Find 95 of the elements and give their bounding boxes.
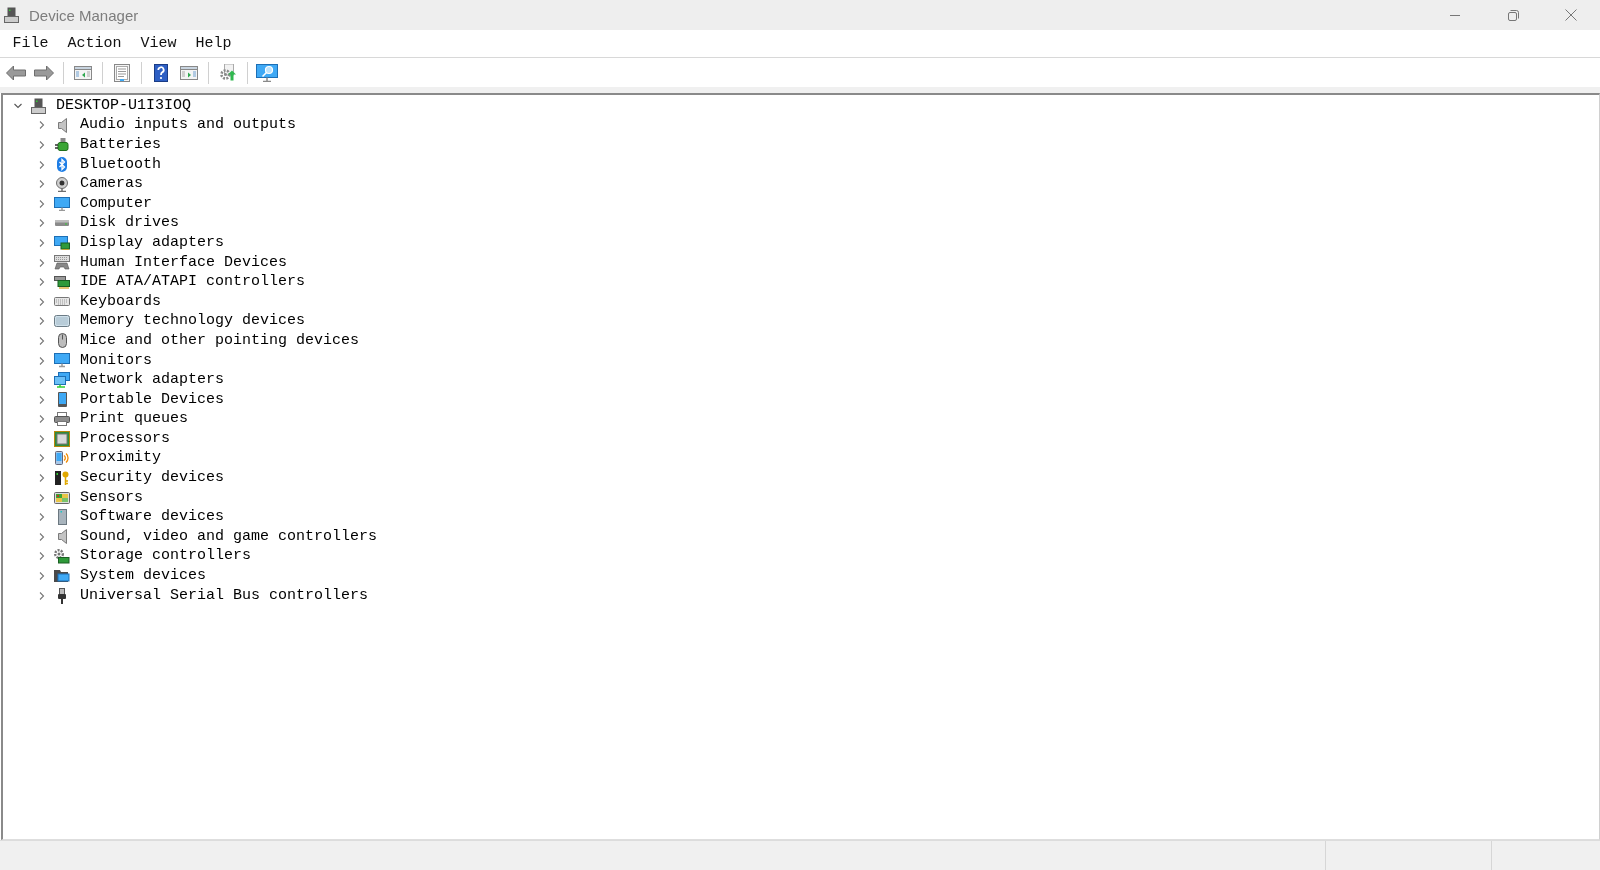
usb-plug-icon xyxy=(58,587,66,604)
monitor-card-icon xyxy=(54,235,70,251)
tree-item[interactable]: Disk drives xyxy=(80,214,180,233)
tree-item[interactable]: Memory technology devices xyxy=(80,312,306,331)
tree-item[interactable]: Sound, video and game controllers xyxy=(80,527,378,546)
window-title: Device Manager xyxy=(29,6,139,24)
monitor-magnifier-icon xyxy=(256,63,278,82)
chevron-right-icon[interactable] xyxy=(38,238,46,247)
tree-item[interactable]: Network adapters xyxy=(80,371,225,390)
tree-item[interactable]: Print queues xyxy=(80,410,189,429)
window-panel-icon xyxy=(180,65,198,80)
tree-item[interactable]: System devices xyxy=(80,567,207,586)
tree-item[interactable]: Display adapters xyxy=(80,233,225,252)
help-icon xyxy=(154,63,168,82)
chevron-right-icon[interactable] xyxy=(38,552,46,561)
menu-item[interactable]: View xyxy=(131,31,187,56)
disk-drive-icon xyxy=(55,220,69,227)
chevron-right-icon[interactable] xyxy=(38,513,46,522)
chevron-down-icon[interactable] xyxy=(14,101,22,110)
tree-item[interactable]: Keyboards xyxy=(80,292,161,311)
folder-monitor-icon xyxy=(54,570,70,583)
tower-icon xyxy=(57,509,67,526)
tree-item[interactable]: Sensors xyxy=(80,488,143,507)
mouse-icon xyxy=(57,333,67,349)
memory-device-icon xyxy=(54,315,70,328)
chevron-right-icon[interactable] xyxy=(38,434,46,443)
minimize-icon xyxy=(1450,14,1460,16)
tree-item[interactable]: Universal Serial Bus controllers xyxy=(80,586,369,605)
gear-arrow-icon xyxy=(219,64,237,81)
speaker-icon xyxy=(57,117,67,133)
phone-icon xyxy=(57,392,67,408)
computer-icon xyxy=(4,7,19,23)
printer-icon xyxy=(54,412,70,427)
close-icon xyxy=(1565,9,1577,21)
tower-key-icon xyxy=(55,471,69,486)
chevron-right-icon[interactable] xyxy=(38,336,46,345)
chevron-right-icon[interactable] xyxy=(38,297,46,306)
chevron-right-icon[interactable] xyxy=(38,591,46,600)
computer-icon xyxy=(30,97,46,114)
battery-icon xyxy=(55,138,69,152)
tree-item[interactable]: Mice and other pointing devices xyxy=(80,331,360,350)
chevron-right-icon[interactable] xyxy=(38,572,46,581)
chevron-right-icon[interactable] xyxy=(38,395,46,404)
chevron-right-icon[interactable] xyxy=(38,493,46,502)
phone-signal-icon xyxy=(55,451,69,466)
chevron-right-icon[interactable] xyxy=(38,219,46,228)
tree-item[interactable]: Human Interface Devices xyxy=(80,253,288,272)
tree-item[interactable]: Monitors xyxy=(80,351,152,370)
chevron-right-icon[interactable] xyxy=(38,180,46,189)
tree-item[interactable]: Computer xyxy=(80,194,152,213)
document-list-icon xyxy=(114,63,130,82)
keyboard-icon xyxy=(54,297,70,307)
tree-item[interactable]: Audio inputs and outputs xyxy=(80,116,297,135)
menu-item[interactable]: Help xyxy=(186,31,242,56)
chevron-right-icon[interactable] xyxy=(38,376,46,385)
speaker-icon xyxy=(57,529,67,545)
chip-icon xyxy=(54,430,70,447)
chevron-right-icon[interactable] xyxy=(38,121,46,130)
network-monitors-icon xyxy=(54,372,70,388)
tree-item[interactable]: Portable Devices xyxy=(80,390,225,409)
chevron-right-icon[interactable] xyxy=(38,415,46,424)
keyboard-gamepad-icon xyxy=(54,255,70,270)
chevron-right-icon[interactable] xyxy=(38,454,46,463)
tree-item[interactable]: Bluetooth xyxy=(80,155,161,174)
bluetooth-icon xyxy=(57,157,67,173)
gear-card-icon xyxy=(54,549,70,564)
menu-item[interactable]: File xyxy=(3,31,58,56)
drive-card-icon xyxy=(54,275,70,289)
left-arrow-icon xyxy=(6,64,26,81)
tree-item[interactable]: Processors xyxy=(80,429,170,448)
chevron-right-icon[interactable] xyxy=(38,317,46,326)
map-icon xyxy=(54,491,70,504)
monitor-icon xyxy=(54,196,70,211)
tree-item[interactable]: Security devices xyxy=(80,469,225,488)
monitor-icon xyxy=(54,353,70,368)
chevron-right-icon[interactable] xyxy=(38,258,46,267)
tree-item[interactable]: Batteries xyxy=(80,136,161,154)
chevron-right-icon[interactable] xyxy=(38,474,46,483)
tree-item[interactable]: Proximity xyxy=(80,449,161,468)
chevron-right-icon[interactable] xyxy=(38,141,46,149)
restore-icon xyxy=(1507,9,1519,21)
chevron-right-icon[interactable] xyxy=(38,278,46,287)
tree-item[interactable]: Software devices xyxy=(80,508,225,527)
window-panel-icon xyxy=(74,65,92,80)
tree-item[interactable]: Cameras xyxy=(80,175,143,194)
chevron-right-icon[interactable] xyxy=(38,532,46,541)
tree-item[interactable]: IDE ATA/ATAPI controllers xyxy=(80,273,306,292)
tree-item[interactable]: Storage controllers xyxy=(80,547,252,566)
chevron-right-icon[interactable] xyxy=(38,199,46,208)
webcam-icon xyxy=(56,176,68,192)
chevron-right-icon[interactable] xyxy=(38,356,46,365)
menu-item[interactable]: Action xyxy=(58,31,132,56)
tree-item[interactable]: DESKTOP-U1I3IOQ xyxy=(56,96,192,115)
chevron-right-icon[interactable] xyxy=(38,160,46,169)
right-arrow-icon xyxy=(34,64,54,81)
